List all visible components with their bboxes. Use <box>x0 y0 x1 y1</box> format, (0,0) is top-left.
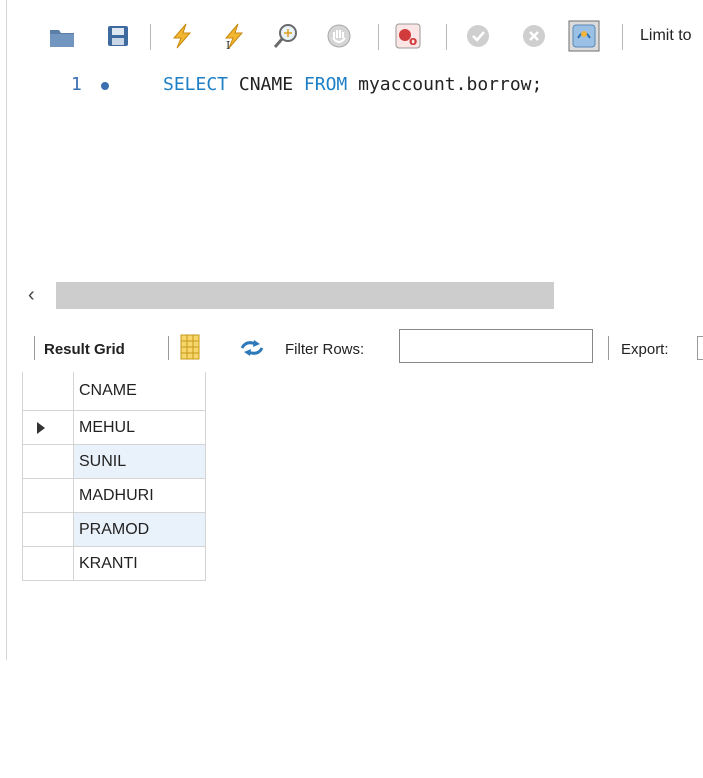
open-folder-icon[interactable] <box>48 22 76 50</box>
table-cell[interactable]: MEHUL <box>73 410 206 445</box>
column-header-cname[interactable]: CNAME <box>73 372 206 411</box>
table-cell[interactable]: SUNIL <box>73 444 206 479</box>
table-cell[interactable]: KRANTI <box>73 546 206 581</box>
toolbar-separator <box>608 336 609 360</box>
editor-horizontal-scrollbar[interactable]: ‹ <box>22 282 703 310</box>
grid-view-icon[interactable] <box>180 334 200 365</box>
row-marker[interactable] <box>22 546 74 581</box>
export-icon[interactable] <box>697 336 703 360</box>
table-row[interactable]: PRAMOD <box>22 512 206 547</box>
svg-text:o: o <box>409 34 417 48</box>
filter-rows-label: Filter Rows: <box>285 341 365 358</box>
autocommit-icon[interactable] <box>568 20 600 52</box>
row-marker[interactable] <box>22 478 74 513</box>
toggle-errors-icon[interactable]: o <box>394 22 422 50</box>
toolbar-separator <box>150 24 151 50</box>
table-row[interactable]: SUNIL <box>22 444 206 479</box>
result-table: CNAME MEHUL SUNIL MADHURI PRAMOD KRANTI <box>22 372 206 581</box>
stop-icon[interactable] <box>325 22 353 50</box>
toolbar-separator <box>34 336 35 360</box>
row-marker[interactable] <box>22 444 74 479</box>
table-identifier: myaccount.borrow; <box>358 74 543 95</box>
toolbar-separator <box>378 24 379 50</box>
keyword-select: SELECT <box>163 74 229 95</box>
rollback-icon[interactable] <box>520 22 548 50</box>
row-marker[interactable] <box>22 512 74 547</box>
limit-rows-label[interactable]: Limit to <box>640 27 692 45</box>
sql-editor[interactable]: 1 SELECT CNAME FROM myaccount.borrow; <box>0 72 703 272</box>
toolbar-separator <box>446 24 447 50</box>
execute-current-icon[interactable]: I <box>220 22 248 52</box>
header-row: CNAME <box>22 372 206 411</box>
current-row-marker[interactable] <box>22 410 74 445</box>
keyword-from: FROM <box>303 74 348 95</box>
filter-rows-input[interactable] <box>399 329 593 363</box>
row-marker-header <box>22 372 74 411</box>
commit-icon[interactable] <box>464 22 492 50</box>
sql-statement[interactable]: SELECT CNAME FROM myaccount.borrow; <box>163 74 542 95</box>
table-cell[interactable]: PRAMOD <box>73 512 206 547</box>
table-row[interactable]: KRANTI <box>22 546 206 581</box>
result-grid-tab[interactable]: Result Grid <box>44 341 125 358</box>
column-identifier: CNAME <box>238 74 294 95</box>
table-row[interactable]: MADHURI <box>22 478 206 513</box>
export-label: Export: <box>621 341 669 358</box>
result-grid: CNAME MEHUL SUNIL MADHURI PRAMOD KRANTI <box>22 372 206 581</box>
svg-text:I: I <box>226 39 230 50</box>
statement-marker-icon <box>101 82 109 90</box>
explain-icon[interactable] <box>272 22 300 50</box>
line-number: 1 <box>71 74 82 95</box>
table-row[interactable]: MEHUL <box>22 410 206 445</box>
toolbar-separator <box>168 336 169 360</box>
table-cell[interactable]: MADHURI <box>73 478 206 513</box>
toolbar-separator <box>622 24 623 50</box>
sql-editor-toolbar: I o Limit to <box>0 0 703 72</box>
scroll-left-icon[interactable]: ‹ <box>28 284 35 307</box>
current-row-arrow-icon <box>37 422 45 434</box>
save-icon[interactable] <box>104 22 132 50</box>
refresh-icon[interactable] <box>238 338 266 363</box>
result-grid-toolbar: Result Grid Filter Rows: Export: <box>0 326 703 370</box>
scrollbar-thumb[interactable] <box>56 282 554 309</box>
execute-icon[interactable] <box>168 22 196 50</box>
